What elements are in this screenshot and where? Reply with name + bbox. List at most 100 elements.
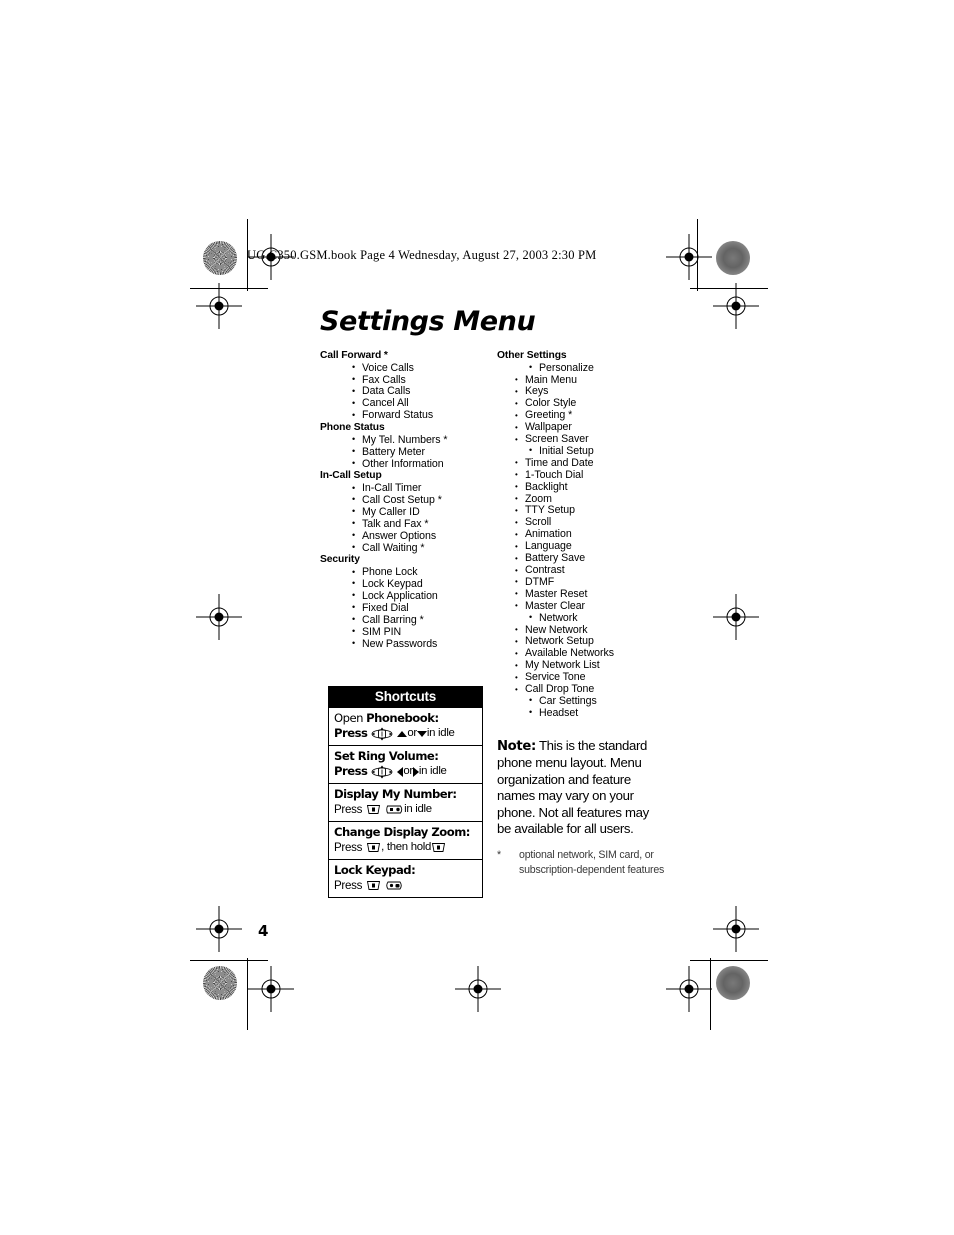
press-label: Press (334, 841, 363, 854)
or-label: or (407, 727, 417, 739)
submenu-item-list: Main MenuKeysColor StyleGreeting *Wallpa… (497, 374, 697, 446)
arrow-down-icon (416, 730, 427, 737)
left-menu-column: Call Forward *Voice CallsFax CallsData C… (320, 350, 495, 650)
shortcut-title: Change Display Zoom: (334, 825, 470, 839)
crop-rule-top-left (190, 288, 268, 289)
menu-item-list: Voice CallsFax CallsData CallsCancel All… (320, 362, 495, 423)
menu-item: Answer Options (320, 530, 495, 543)
menu-item: Headset (497, 707, 697, 720)
shortcut-instruction: Press or in idle (334, 726, 477, 741)
page-title: Settings Menu (320, 306, 536, 337)
shortcut-lock-keypad: Lock Keypad: Press (329, 859, 482, 897)
then-hold-label: , then hold (381, 841, 432, 853)
in-idle-label: in idle (426, 727, 455, 739)
submenu-item: Master Clear (497, 600, 697, 613)
menu-item: New Passwords (320, 638, 495, 651)
menu-category: Other Settings (497, 350, 567, 361)
menu-category: Phone Status (320, 422, 385, 434)
shortcut-title: Display My Number: (334, 787, 457, 801)
power-key-icon (385, 880, 404, 891)
registration-mark-bottom-right (666, 966, 712, 1012)
menu-item: Forward Status (320, 409, 495, 422)
note-label: Note: (497, 739, 536, 754)
submenu-holder: Main MenuKeysColor StyleGreeting *Wallpa… (497, 374, 697, 446)
shortcut-instruction: Press (334, 878, 477, 893)
in-idle-label: in idle (418, 765, 447, 777)
shortcut-change-display-zoom: Change Display Zoom: Press , then hold (329, 821, 482, 859)
book-source-line: UG.C350.GSM.book Page 4 Wednesday, Augus… (247, 248, 597, 262)
menu-item: My Tel. Numbers * (320, 434, 495, 447)
shortcut-title: Open Phonebook: (334, 711, 439, 725)
menu-key-icon (366, 880, 381, 891)
shortcut-open-phonebook: Open Phonebook: Press or in idle (329, 707, 482, 745)
right-menu-column: Other SettingsPersonalizeMain MenuKeysCo… (497, 350, 697, 720)
shortcut-title: Set Ring Volume: (334, 749, 439, 763)
menu-item-list: Phone LockLock KeypadLock ApplicationFix… (320, 566, 495, 651)
submenu-item: Call Drop Tone (497, 683, 697, 696)
submenu-item: 1-Touch Dial (497, 469, 697, 482)
menu-item: Call Waiting * (320, 542, 495, 555)
shortcut-title: Lock Keypad: (334, 863, 416, 877)
print-starburst-mark-bottom-left (203, 966, 237, 1000)
send-key-icon (385, 804, 404, 815)
menu-item: Personalize (497, 362, 697, 375)
crop-rule-bottom-left (190, 960, 268, 961)
crop-rule-top-right (690, 288, 768, 289)
menu-item: Car Settings (497, 695, 697, 708)
submenu-holder: New NetworkNetwork SetupAvailable Networ… (497, 624, 697, 696)
submenu-holder: Time and Date1-Touch DialBacklightZoomTT… (497, 457, 697, 613)
gutter-rule-top-right (697, 219, 698, 291)
crop-rule-bottom-right (690, 960, 768, 961)
shortcut-instruction: Press , then hold (334, 840, 477, 855)
menu-item: Fixed Dial (320, 602, 495, 615)
menu-item-list: In-Call TimerCall Cost Setup *My Caller … (320, 482, 495, 555)
menu-category: Call Forward * (320, 350, 388, 361)
press-label: Press (334, 726, 368, 740)
navigation-key-icon (371, 727, 393, 741)
footnote-block: * optional network, SIM card, or subscri… (497, 848, 672, 879)
registration-mark-bottom-left (248, 966, 294, 1012)
menu-item: Voice Calls (320, 362, 495, 375)
footnote-text: optional network, SIM card, or subscript… (519, 849, 665, 877)
menu-key-icon (366, 842, 381, 853)
menu-item-list: PersonalizeMain MenuKeysColor StyleGreet… (497, 362, 697, 720)
submenu-item: Time and Date (497, 457, 697, 470)
shortcut-instruction: Press or in idle (334, 764, 477, 779)
submenu-item-list: Time and Date1-Touch DialBacklightZoomTT… (497, 457, 697, 613)
arrow-up-icon (397, 730, 408, 737)
in-idle-label: in idle (404, 803, 432, 815)
menu-item: Call Barring * (320, 614, 495, 627)
menu-item-list: My Tel. Numbers *Battery MeterOther Info… (320, 434, 495, 471)
registration-mark-bottom-center (455, 966, 501, 1012)
note-block: Note: This is the standard phone menu la… (497, 738, 665, 837)
press-label: Press (334, 879, 363, 892)
menu-item: My Caller ID (320, 506, 495, 519)
footnote-marker: * (497, 849, 501, 861)
shortcut-display-my-number: Display My Number: Press in idle (329, 783, 482, 821)
menu-item: SIM PIN (320, 626, 495, 639)
gutter-rule-bottom (247, 958, 248, 1030)
registration-mark-lower-left-margin (196, 906, 242, 952)
shortcuts-box: Shortcuts Open Phonebook: Press or in id… (328, 686, 483, 898)
menu-item: Other Information (320, 458, 495, 471)
menu-key-icon (431, 842, 446, 853)
submenu-item: Master Reset (497, 588, 697, 601)
menu-item: Battery Meter (320, 446, 495, 459)
menu-item: Network (497, 612, 697, 625)
shortcuts-header: Shortcuts (329, 687, 482, 707)
registration-mark-upper-right-margin (713, 283, 759, 329)
registration-mark-top-right (666, 234, 712, 280)
menu-item: Lock Application (320, 590, 495, 603)
or-label: or (403, 765, 413, 777)
press-label: Press (334, 764, 368, 778)
menu-key-icon (366, 804, 381, 815)
submenu-item: Screen Saver (497, 433, 697, 446)
print-density-dot-top-right (716, 241, 750, 275)
registration-mark-mid-left (196, 594, 242, 640)
press-label: Press (334, 803, 363, 816)
navigation-key-icon (371, 765, 393, 779)
print-density-dot-bottom-right (716, 966, 750, 1000)
shortcut-instruction: Press in idle (334, 802, 477, 817)
submenu-item: Backlight (497, 481, 697, 494)
registration-mark-lower-right-margin (713, 906, 759, 952)
